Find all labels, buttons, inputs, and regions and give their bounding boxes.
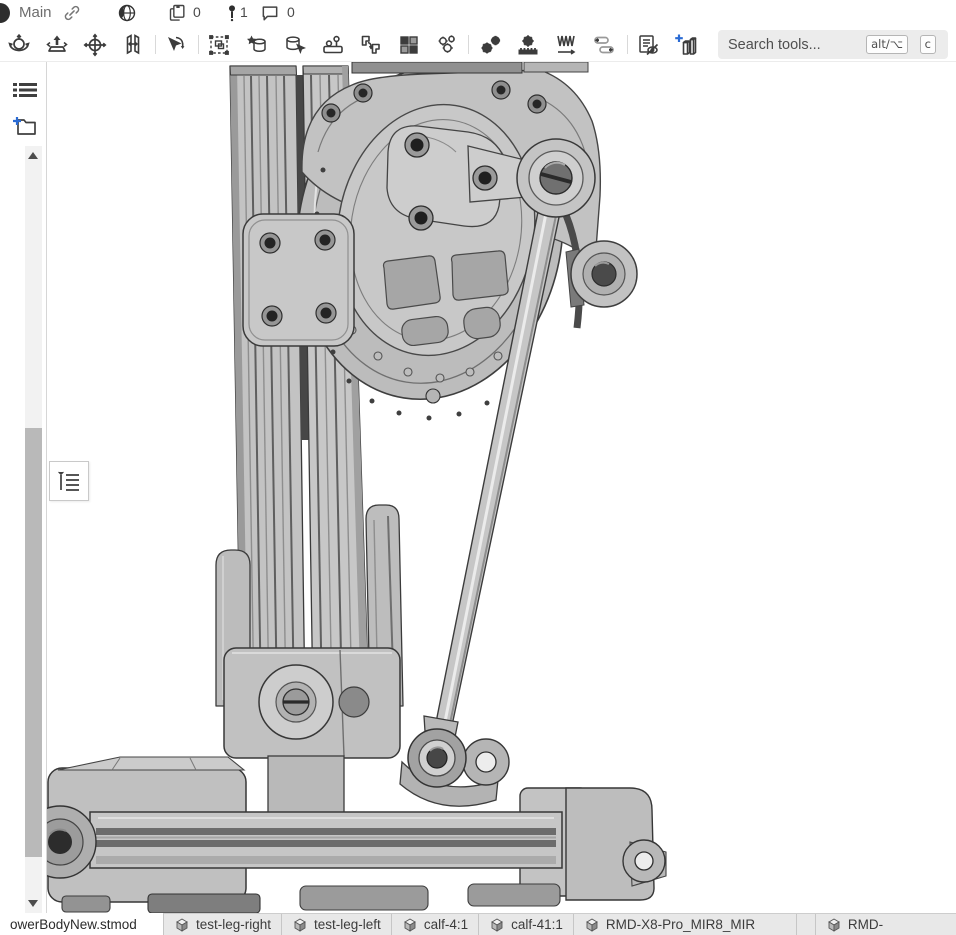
structure-tree-icon	[57, 470, 81, 492]
insert-button[interactable]	[240, 30, 274, 59]
document-tab-bar: owerBodyNew.stmod test-leg-right test-le…	[0, 913, 956, 935]
copies-icon[interactable]	[168, 3, 188, 23]
toolbar-separator	[155, 35, 156, 54]
tab-label: calf-41:1	[511, 917, 563, 932]
branch-name[interactable]: Main	[19, 4, 52, 21]
pins-count: 1	[240, 4, 248, 20]
tab-label: test-leg-left	[314, 917, 381, 932]
tab-calf-4[interactable]: calf-4:1	[392, 914, 479, 935]
gear-group-button[interactable]	[430, 30, 464, 59]
belt-relation-button[interactable]	[587, 30, 621, 59]
part-cube-icon	[489, 917, 505, 933]
shortcut-badge-c: c	[920, 35, 936, 54]
assembly-toolbar: alt/⌥ c	[0, 27, 956, 62]
viewport-scrollbar[interactable]	[25, 146, 42, 913]
tab-label: owerBodyNew.stmod	[10, 917, 137, 932]
tab-label: calf-4:1	[424, 917, 468, 932]
instance-list-icon	[13, 82, 37, 102]
model-rail-plate	[243, 214, 354, 346]
onshape-app-window: Main 0 1 0	[0, 0, 956, 935]
copies-count: 0	[193, 4, 201, 20]
tab-rmd-x8-pro[interactable]: RMD-X8-Pro_MIR8_MIR	[574, 914, 797, 935]
model-knee-block	[224, 648, 400, 758]
align-view-button[interactable]	[116, 30, 150, 59]
tab-label: test-leg-right	[196, 917, 271, 932]
select-part-button[interactable]	[278, 30, 312, 59]
toolbar-separator	[468, 35, 469, 54]
tab-bar-spacer	[797, 914, 815, 935]
scroll-down-icon[interactable]	[28, 900, 38, 907]
part-cube-icon	[174, 917, 190, 933]
model-viewport[interactable]	[47, 62, 956, 913]
toolbar-separator	[627, 35, 628, 54]
gear-relation-button[interactable]	[474, 30, 508, 59]
shortcut-badge-alt: alt/⌥	[866, 35, 908, 54]
tool-search-input[interactable]	[728, 30, 843, 59]
toolbar-separator	[198, 35, 199, 54]
pattern-button[interactable]	[392, 30, 426, 59]
add-folder-button[interactable]	[11, 114, 38, 138]
bom-add-button[interactable]	[669, 30, 703, 59]
part-cube-icon	[292, 917, 308, 933]
tab-test-leg-right[interactable]: test-leg-right	[164, 914, 282, 935]
tab-label: RMD-X8-Pro_MIR8_MIR	[606, 917, 755, 932]
move-part-button[interactable]	[40, 30, 74, 59]
pan-view-button[interactable]	[78, 30, 112, 59]
free-drag-button[interactable]	[159, 30, 193, 59]
instance-list-button[interactable]	[11, 80, 38, 104]
top-bar: Main 0 1 0	[0, 0, 956, 27]
scrollbar-thumb[interactable]	[25, 428, 42, 857]
comments-count: 0	[287, 4, 295, 20]
scroll-up-icon[interactable]	[28, 152, 38, 159]
left-sidebar	[0, 62, 47, 913]
rack-pinion-button[interactable]	[511, 30, 545, 59]
model-foot-assembly	[47, 756, 666, 913]
tab-label: RMD-	[848, 917, 883, 932]
duplicate-button[interactable]	[354, 30, 388, 59]
orbit-view-button[interactable]	[2, 30, 36, 59]
globe-icon[interactable]	[117, 3, 137, 23]
structure-tree-toggle-button[interactable]	[49, 461, 89, 501]
tab-rmd-2[interactable]: RMD-	[815, 914, 956, 935]
part-cube-icon	[826, 917, 842, 933]
link-icon	[62, 3, 82, 23]
part-cube-icon	[584, 917, 600, 933]
tab-lowerbody[interactable]: owerBodyNew.stmod	[0, 913, 164, 935]
edit-in-context-button[interactable]	[316, 30, 350, 59]
part-cube-icon	[402, 917, 418, 933]
tool-search: alt/⌥ c	[718, 30, 948, 59]
bom-visibility-button[interactable]	[631, 30, 665, 59]
robot-leg-model	[47, 62, 956, 913]
tab-calf-41[interactable]: calf-41:1	[479, 914, 574, 935]
pin-icon[interactable]	[222, 3, 242, 23]
add-folder-icon	[12, 115, 38, 137]
comment-icon[interactable]	[260, 3, 280, 23]
box-select-button[interactable]	[202, 30, 236, 59]
screw-relation-button[interactable]	[549, 30, 583, 59]
app-logo-icon[interactable]	[0, 3, 10, 23]
main-area	[0, 62, 956, 913]
tab-test-leg-left[interactable]: test-leg-left	[282, 914, 392, 935]
